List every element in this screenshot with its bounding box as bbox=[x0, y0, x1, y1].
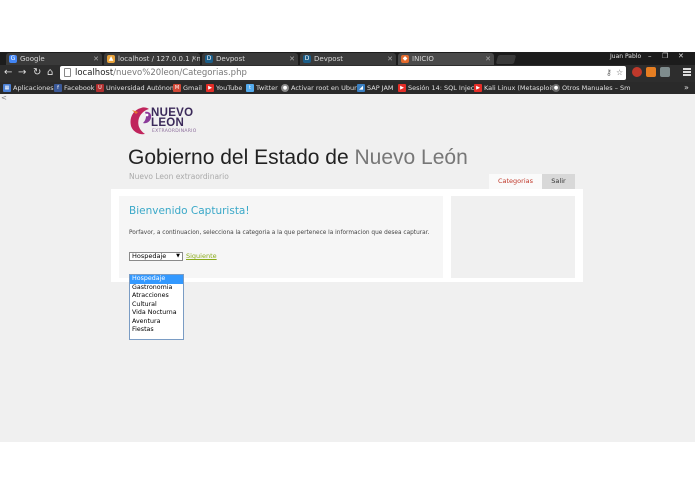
home-icon[interactable]: ⌂ bbox=[47, 67, 53, 79]
globe-icon: ● bbox=[552, 84, 560, 92]
devpost-icon: D bbox=[205, 55, 213, 63]
close-window-icon[interactable]: ✕ bbox=[678, 52, 684, 60]
url-text[interactable]: localhost/nuevo%20leon/Categorias.php bbox=[75, 67, 247, 79]
tab-devpost-2[interactable]: D Devpost ✕ bbox=[300, 53, 396, 65]
bookmarks-bar: ▦ Aplicaciones f Facebook U Universidad Aut… bbox=[0, 82, 695, 94]
minimize-icon[interactable]: – bbox=[648, 52, 652, 60]
address-bar[interactable]: localhost/nuevo%20leon/Categorias.php ⚷ … bbox=[60, 66, 626, 80]
bookmark-star-icon[interactable]: ☆ bbox=[616, 68, 623, 77]
forward-icon[interactable]: → bbox=[18, 67, 26, 79]
adblock-icon[interactable] bbox=[632, 67, 642, 77]
back-icon[interactable]: ← bbox=[4, 67, 12, 79]
option-gastronomia[interactable]: Gastronomia bbox=[130, 284, 183, 293]
more-bookmarks-icon[interactable]: » bbox=[684, 82, 689, 94]
option-aventura[interactable]: Aventura bbox=[130, 318, 183, 327]
next-link[interactable]: Siguiente bbox=[186, 252, 217, 261]
bookmark-item[interactable]: ▶ Kali Linux (Metasploit bbox=[474, 82, 554, 94]
profile-name[interactable]: Juan Pablo bbox=[610, 53, 641, 60]
bookmark-item[interactable]: f Facebook bbox=[54, 82, 95, 94]
bookmark-item[interactable]: ▦ Aplicaciones bbox=[3, 82, 54, 94]
tab-title: Google bbox=[20, 55, 45, 63]
option-hospedaje[interactable]: Hospedaje bbox=[130, 275, 183, 284]
browser-window: G Google ✕ ▲ localhost / 127.0.0.1 / nue… bbox=[0, 52, 695, 442]
google-icon: G bbox=[9, 55, 17, 63]
page-title: Gobierno del Estado de Nuevo León bbox=[128, 146, 468, 169]
bookmark-item[interactable]: ▶ YouTube bbox=[206, 82, 242, 94]
selected-value: Hospedaje bbox=[132, 252, 167, 260]
extension-icon[interactable] bbox=[660, 67, 670, 77]
bookmark-item[interactable]: M Gmail bbox=[173, 82, 202, 94]
bookmark-item[interactable]: ▶ Sesión 14: SQL Injecti bbox=[398, 82, 479, 94]
close-tab-icon[interactable]: ✕ bbox=[485, 53, 491, 65]
tab-inicio[interactable]: ◆ INICIO ✕ bbox=[398, 53, 494, 65]
tab-title: localhost / 127.0.0.1 / nue bbox=[118, 55, 200, 63]
key-icon[interactable]: ⚷ bbox=[606, 68, 612, 77]
logo-tagline: EXTRAORDINARIO bbox=[152, 129, 197, 134]
bookmark-item[interactable]: ● Activar root en Ubun bbox=[281, 82, 358, 94]
option-cultural[interactable]: Cultural bbox=[130, 301, 183, 310]
nav-categorias[interactable]: Categorias bbox=[489, 174, 542, 189]
twitter-icon: t bbox=[246, 84, 254, 92]
tab-google[interactable]: G Google ✕ bbox=[6, 53, 102, 65]
stray-char: < bbox=[1, 94, 7, 102]
tab-strip: G Google ✕ ▲ localhost / 127.0.0.1 / nue… bbox=[0, 52, 695, 65]
bookmark-item[interactable]: t Twitter bbox=[246, 82, 278, 94]
bookmark-item[interactable]: U Universidad Autónom bbox=[96, 82, 176, 94]
apps-icon: ▦ bbox=[3, 84, 11, 92]
sap-icon: ◢ bbox=[357, 84, 365, 92]
tab-devpost-1[interactable]: D Devpost ✕ bbox=[202, 53, 298, 65]
category-select[interactable]: Hospedaje ▼ bbox=[129, 252, 183, 261]
category-dropdown-list: Hospedaje Gastronomia Atracciones Cultur… bbox=[129, 274, 184, 340]
page-subtitle: Nuevo Leon extraordinario bbox=[129, 172, 229, 181]
option-atracciones[interactable]: Atracciones bbox=[130, 292, 183, 301]
main-panel: Bienvenido Capturista! Porfavor, a conti… bbox=[111, 189, 583, 282]
devpost-icon: D bbox=[303, 55, 311, 63]
instructions-text: Porfavor, a continuacion, selecciona la … bbox=[129, 230, 430, 236]
close-tab-icon[interactable]: ✕ bbox=[387, 53, 393, 65]
menu-icon[interactable] bbox=[683, 68, 691, 76]
welcome-heading: Bienvenido Capturista! bbox=[129, 205, 250, 217]
reload-icon[interactable]: ↻ bbox=[33, 67, 41, 79]
page-icon bbox=[64, 68, 71, 77]
bookmark-item[interactable]: ● Otros Manuales – Sm bbox=[552, 82, 630, 94]
youtube-icon: ▶ bbox=[474, 84, 482, 92]
new-tab-button[interactable] bbox=[495, 55, 517, 64]
gmail-icon: M bbox=[173, 84, 181, 92]
phpmyadmin-icon: ▲ bbox=[107, 55, 115, 63]
browser-toolbar: ← → ↻ ⌂ localhost/nuevo%20leon/Categoria… bbox=[0, 65, 695, 82]
dropdown-arrow-icon: ▼ bbox=[176, 253, 180, 259]
university-icon: U bbox=[96, 84, 104, 92]
tab-title: INICIO bbox=[412, 55, 434, 63]
site-icon: ◆ bbox=[401, 55, 409, 63]
bookmark-item[interactable]: ◢ SAP JAM bbox=[357, 82, 394, 94]
close-tab-icon[interactable]: ✕ bbox=[93, 53, 99, 65]
close-tab-icon[interactable]: ✕ bbox=[191, 53, 197, 65]
tab-title: Devpost bbox=[314, 55, 343, 63]
youtube-icon: ▶ bbox=[398, 84, 406, 92]
logo-wordmark: NUEVO LEON bbox=[151, 107, 194, 129]
pencil-icon[interactable] bbox=[646, 67, 656, 77]
sidebar-box bbox=[451, 196, 575, 278]
option-vida-nocturna[interactable]: Vida Nocturna bbox=[130, 309, 183, 318]
youtube-icon: ▶ bbox=[206, 84, 214, 92]
content-box: Bienvenido Capturista! Porfavor, a conti… bbox=[119, 196, 443, 278]
restore-icon[interactable]: ❐ bbox=[662, 52, 668, 60]
option-fiestas[interactable]: Fiestas bbox=[130, 326, 183, 335]
nav-salir[interactable]: Salir bbox=[542, 174, 575, 189]
close-tab-icon[interactable]: ✕ bbox=[289, 53, 295, 65]
facebook-icon: f bbox=[54, 84, 62, 92]
tab-title: Devpost bbox=[216, 55, 245, 63]
web-page: < NUEVO LEON EXTRAORDINARIO Gobierno del… bbox=[0, 94, 695, 442]
globe-icon: ● bbox=[281, 84, 289, 92]
tab-phpmyadmin[interactable]: ▲ localhost / 127.0.0.1 / nue ✕ bbox=[104, 53, 200, 65]
